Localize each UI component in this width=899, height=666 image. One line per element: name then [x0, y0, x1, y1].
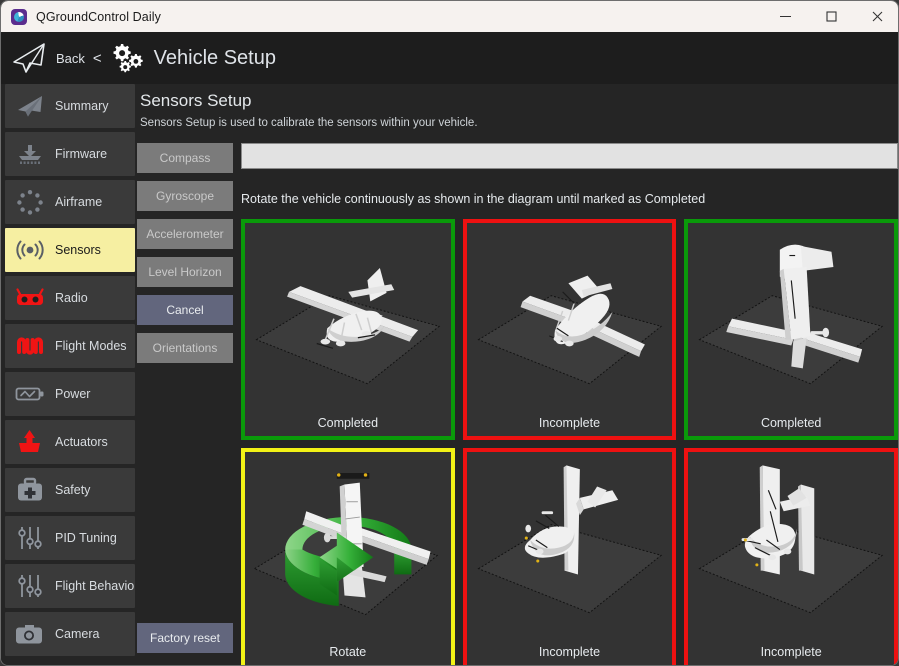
actuators-icon: [13, 427, 47, 457]
gyroscope-button[interactable]: Gyroscope: [137, 181, 233, 211]
aircraft-nose-down-diagram: [467, 223, 673, 414]
maximize-icon[interactable]: [808, 1, 854, 32]
sidebar-item-safety[interactable]: Safety: [5, 468, 135, 512]
minimize-icon[interactable]: [762, 1, 808, 32]
toolbar: Back < Vehicle Setup: [1, 32, 899, 84]
orientation-cell[interactable]: Incomplete: [463, 448, 677, 666]
aircraft-right-side-down-diagram: [688, 452, 894, 643]
application-window: QGroundControl Daily Back <: [0, 0, 899, 666]
accelerometer-button[interactable]: Accelerometer: [137, 219, 233, 249]
sidebar-item-actuators[interactable]: Actuators: [5, 420, 135, 464]
sidebar-item-label: Airframe: [55, 195, 102, 209]
page-title: Vehicle Setup: [154, 47, 276, 70]
qgroundcontrol-icon: [11, 9, 27, 25]
level-horizon-button[interactable]: Level Horizon: [137, 257, 233, 287]
sidebar-item-firmware[interactable]: Firmware: [5, 132, 135, 176]
safety-kit-icon: [13, 475, 47, 505]
camera-icon: [13, 619, 47, 649]
calibration-instruction: Rotate the vehicle continuously as shown…: [241, 192, 898, 210]
sidebar-item-label: Flight Modes: [55, 339, 127, 353]
aircraft-rotate-diagram: [245, 452, 451, 643]
sidebar-item-label: Power: [55, 387, 90, 401]
sidebar-item-label: PID Tuning: [55, 531, 117, 545]
cell-caption: Completed: [761, 416, 821, 430]
window-title: QGroundControl Daily: [36, 10, 161, 24]
sidebar-item-summary[interactable]: Summary: [5, 84, 135, 128]
calibration-area: Compass Gyroscope Accelerometer Level Ho…: [137, 139, 898, 659]
close-icon[interactable]: [854, 1, 899, 32]
battery-icon: [13, 379, 47, 409]
airframe-dots-icon: [13, 187, 47, 217]
sidebar-item-label: Radio: [55, 291, 88, 305]
cell-caption: Completed: [318, 416, 378, 430]
panel-title: Sensors Setup: [140, 91, 252, 111]
cell-caption: Incomplete: [761, 645, 822, 659]
sensors-setup-panel: Sensors Setup Sensors Setup is used to c…: [135, 84, 899, 662]
sidebar: Summary Firmware: [5, 84, 135, 662]
cancel-button[interactable]: Cancel: [137, 295, 233, 325]
back-chevron-icon[interactable]: <: [93, 50, 102, 67]
sidebar-item-label: Camera: [55, 627, 99, 641]
title-bar: QGroundControl Daily: [1, 1, 899, 32]
calibration-button-column: Compass Gyroscope Accelerometer Level Ho…: [137, 139, 233, 659]
cell-caption: Incomplete: [539, 645, 600, 659]
calibration-right: Rotate the vehicle continuously as shown…: [233, 139, 898, 659]
firmware-download-icon: [13, 139, 47, 169]
aircraft-level-diagram: [245, 223, 451, 414]
orientations-button[interactable]: Orientations: [137, 333, 233, 363]
cell-caption: Incomplete: [539, 416, 600, 430]
flight-modes-icon: [13, 331, 47, 361]
orientation-cell[interactable]: Completed: [241, 219, 455, 440]
sidebar-item-flight-behavior[interactable]: Flight Behavior: [5, 564, 135, 608]
gears-icon: [108, 42, 146, 74]
sidebar-item-airframe[interactable]: Airframe: [5, 180, 135, 224]
sensors-waves-icon: [13, 235, 47, 265]
sliders-icon: [13, 523, 47, 553]
back-button-label[interactable]: Back: [56, 51, 85, 66]
orientation-cell[interactable]: Rotate: [241, 448, 455, 666]
sidebar-item-camera[interactable]: Camera: [5, 612, 135, 656]
orientation-cell[interactable]: Completed: [684, 219, 898, 440]
compass-button[interactable]: Compass: [137, 143, 233, 173]
calibration-progress-bar: [241, 143, 898, 169]
sidebar-item-label: Firmware: [55, 147, 107, 161]
aircraft-left-side-down-diagram: [467, 452, 673, 643]
sidebar-item-radio[interactable]: Radio: [5, 276, 135, 320]
orientation-grid: Completed: [241, 219, 898, 666]
aircraft-tail-down-diagram: [688, 223, 894, 414]
sidebar-item-pid-tuning[interactable]: PID Tuning: [5, 516, 135, 560]
cell-caption: Rotate: [329, 645, 366, 659]
paper-plane-icon: [13, 91, 47, 121]
paper-plane-icon[interactable]: [10, 41, 50, 75]
sidebar-item-flight-modes[interactable]: Flight Modes: [5, 324, 135, 368]
sidebar-item-label: Sensors: [55, 243, 101, 257]
sidebar-item-label: Flight Behavior: [55, 579, 138, 593]
sidebar-item-label: Actuators: [55, 435, 108, 449]
sidebar-item-sensors[interactable]: Sensors: [5, 228, 135, 272]
radio-controller-icon: [13, 283, 47, 313]
sidebar-item-label: Summary: [55, 99, 108, 113]
sidebar-item-label: Safety: [55, 483, 90, 497]
orientation-cell[interactable]: Incomplete: [463, 219, 677, 440]
sliders-icon: [13, 571, 47, 601]
sidebar-item-power[interactable]: Power: [5, 372, 135, 416]
window-controls: [762, 1, 899, 32]
body: Summary Firmware: [1, 84, 899, 666]
orientation-cell[interactable]: Incomplete: [684, 448, 898, 666]
factory-reset-button[interactable]: Factory reset: [137, 623, 233, 653]
panel-subtitle: Sensors Setup is used to calibrate the s…: [140, 117, 478, 129]
